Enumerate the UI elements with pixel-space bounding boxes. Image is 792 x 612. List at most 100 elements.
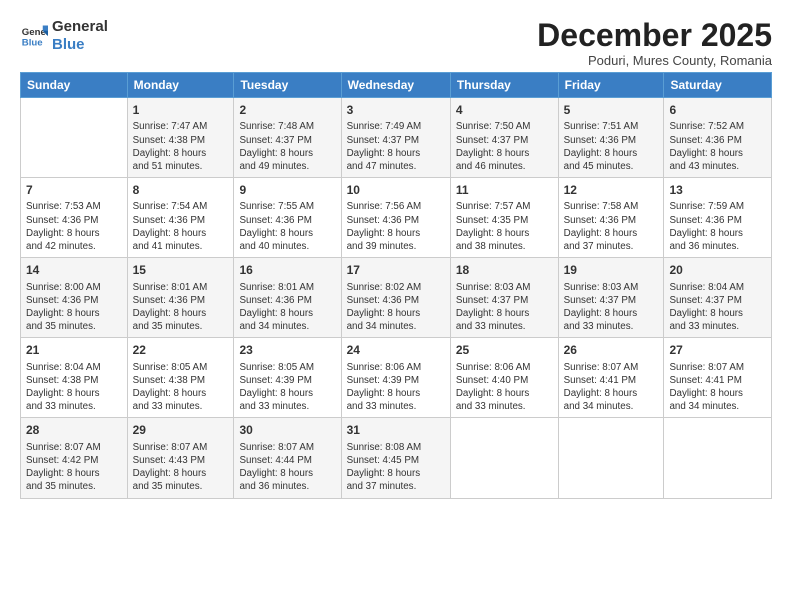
day-cell: 11 Sunrise: 7:57 AM Sunset: 4:35 PM Dayli… xyxy=(450,178,558,258)
day-cell: 15 Sunrise: 8:01 AM Sunset: 4:36 PM Dayli… xyxy=(127,258,234,338)
day-info: Sunrise: 8:01 AM Sunset: 4:36 PM Dayligh… xyxy=(133,281,229,334)
day-cell: 8Sunrise: 7:54 AM Sunset: 4:36 PM Daylig… xyxy=(127,178,234,258)
logo-text: General Blue xyxy=(52,18,108,53)
day-number: 14 xyxy=(26,262,122,278)
day-number: 8 xyxy=(133,182,229,198)
days-header-row: SundayMondayTuesdayWednesdayThursdayFrid… xyxy=(21,73,772,98)
logo: General Blue General Blue xyxy=(20,18,108,53)
day-number: 22 xyxy=(133,342,229,358)
day-cell: 28Sunrise: 8:07 AM Sunset: 4:42 PM Dayli… xyxy=(21,418,128,498)
day-info: Sunrise: 8:03 AM Sunset: 4:37 PM Dayligh… xyxy=(564,281,659,334)
day-number: 30 xyxy=(239,422,335,438)
day-header-tuesday: Tuesday xyxy=(234,73,341,98)
day-number: 26 xyxy=(564,342,659,358)
day-info: Sunrise: 8:07 AM Sunset: 4:42 PM Dayligh… xyxy=(26,441,122,494)
day-number: 12 xyxy=(564,182,659,198)
day-number: 10 xyxy=(347,182,445,198)
svg-text:Blue: Blue xyxy=(22,37,43,48)
day-number: 3 xyxy=(347,102,445,118)
day-info: Sunrise: 7:52 AM Sunset: 4:36 PM Dayligh… xyxy=(669,120,766,173)
day-header-thursday: Thursday xyxy=(450,73,558,98)
day-info: Sunrise: 7:49 AM Sunset: 4:37 PM Dayligh… xyxy=(347,120,445,173)
day-number: 20 xyxy=(669,262,766,278)
day-info: Sunrise: 7:51 AM Sunset: 4:36 PM Dayligh… xyxy=(564,120,659,173)
day-info: Sunrise: 8:07 AM Sunset: 4:44 PM Dayligh… xyxy=(239,441,335,494)
day-cell: 24Sunrise: 8:06 AM Sunset: 4:39 PM Dayli… xyxy=(341,338,450,418)
day-info: Sunrise: 8:04 AM Sunset: 4:37 PM Dayligh… xyxy=(669,281,766,334)
day-info: Sunrise: 7:59 AM Sunset: 4:36 PM Dayligh… xyxy=(669,200,766,253)
day-header-sunday: Sunday xyxy=(21,73,128,98)
day-number: 27 xyxy=(669,342,766,358)
day-cell: 2 Sunrise: 7:48 AM Sunset: 4:37 PM Daylig… xyxy=(234,98,341,178)
day-header-friday: Friday xyxy=(558,73,664,98)
day-cell: 21Sunrise: 8:04 AM Sunset: 4:38 PM Dayli… xyxy=(21,338,128,418)
day-info: Sunrise: 8:00 AM Sunset: 4:36 PM Dayligh… xyxy=(26,281,122,334)
day-info: Sunrise: 8:07 AM Sunset: 4:43 PM Dayligh… xyxy=(133,441,229,494)
day-cell: 14 Sunrise: 8:00 AM Sunset: 4:36 PM Dayli… xyxy=(21,258,128,338)
day-number: 16 xyxy=(239,262,335,278)
day-info: Sunrise: 7:55 AM Sunset: 4:36 PM Dayligh… xyxy=(239,200,335,253)
day-cell: 19 Sunrise: 8:03 AM Sunset: 4:37 PM Dayli… xyxy=(558,258,664,338)
day-cell: 10 Sunrise: 7:56 AM Sunset: 4:36 PM Dayli… xyxy=(341,178,450,258)
day-number: 31 xyxy=(347,422,445,438)
day-number: 2 xyxy=(239,102,335,118)
week-row-2: 7 Sunrise: 7:53 AM Sunset: 4:36 PM Daylig… xyxy=(21,178,772,258)
day-info: Sunrise: 7:53 AM Sunset: 4:36 PM Dayligh… xyxy=(26,200,122,253)
day-cell: 30 Sunrise: 8:07 AM Sunset: 4:44 PM Dayli… xyxy=(234,418,341,498)
day-info: Sunrise: 8:05 AM Sunset: 4:38 PM Dayligh… xyxy=(133,361,229,414)
day-cell: 31 Sunrise: 8:08 AM Sunset: 4:45 PM Dayli… xyxy=(341,418,450,498)
day-cell: 12Sunrise: 7:58 AM Sunset: 4:36 PM Dayli… xyxy=(558,178,664,258)
day-number: 11 xyxy=(456,182,553,198)
day-cell: 22 Sunrise: 8:05 AM Sunset: 4:38 PM Dayli… xyxy=(127,338,234,418)
day-info: Sunrise: 8:02 AM Sunset: 4:36 PM Dayligh… xyxy=(347,281,445,334)
day-info: Sunrise: 7:48 AM Sunset: 4:37 PM Dayligh… xyxy=(239,120,335,173)
day-number: 5 xyxy=(564,102,659,118)
day-number: 19 xyxy=(564,262,659,278)
day-cell: 25Sunrise: 8:06 AM Sunset: 4:40 PM Dayli… xyxy=(450,338,558,418)
logo-general: General xyxy=(52,18,108,35)
day-info: Sunrise: 7:57 AM Sunset: 4:35 PM Dayligh… xyxy=(456,200,553,253)
day-cell: 4Sunrise: 7:50 AM Sunset: 4:37 PM Daylig… xyxy=(450,98,558,178)
day-cell: 27 Sunrise: 8:07 AM Sunset: 4:41 PM Dayli… xyxy=(664,338,772,418)
day-info: Sunrise: 7:50 AM Sunset: 4:37 PM Dayligh… xyxy=(456,120,553,173)
day-info: Sunrise: 7:56 AM Sunset: 4:36 PM Dayligh… xyxy=(347,200,445,253)
day-cell: 17 Sunrise: 8:02 AM Sunset: 4:36 PM Dayli… xyxy=(341,258,450,338)
title-block: December 2025 Poduri, Mures County, Roma… xyxy=(537,18,772,68)
header: General Blue General Blue December 2025 … xyxy=(20,18,772,68)
day-info: Sunrise: 8:07 AM Sunset: 4:41 PM Dayligh… xyxy=(669,361,766,414)
page-container: General Blue General Blue December 2025 … xyxy=(0,0,792,509)
day-info: Sunrise: 8:05 AM Sunset: 4:39 PM Dayligh… xyxy=(239,361,335,414)
day-cell: 16Sunrise: 8:01 AM Sunset: 4:36 PM Dayli… xyxy=(234,258,341,338)
day-cell: 26 Sunrise: 8:07 AM Sunset: 4:41 PM Dayli… xyxy=(558,338,664,418)
day-number: 24 xyxy=(347,342,445,358)
day-number: 9 xyxy=(239,182,335,198)
day-info: Sunrise: 7:47 AM Sunset: 4:38 PM Dayligh… xyxy=(133,120,229,173)
day-cell xyxy=(664,418,772,498)
day-info: Sunrise: 8:07 AM Sunset: 4:41 PM Dayligh… xyxy=(564,361,659,414)
day-cell: 7 Sunrise: 7:53 AM Sunset: 4:36 PM Daylig… xyxy=(21,178,128,258)
day-number: 7 xyxy=(26,182,122,198)
day-header-saturday: Saturday xyxy=(664,73,772,98)
day-cell: 5 Sunrise: 7:51 AM Sunset: 4:36 PM Daylig… xyxy=(558,98,664,178)
day-header-wednesday: Wednesday xyxy=(341,73,450,98)
day-number: 15 xyxy=(133,262,229,278)
logo-blue: Blue xyxy=(52,36,85,53)
day-number: 6 xyxy=(669,102,766,118)
day-number: 17 xyxy=(347,262,445,278)
day-cell: 18Sunrise: 8:03 AM Sunset: 4:37 PM Dayli… xyxy=(450,258,558,338)
day-number: 18 xyxy=(456,262,553,278)
day-cell: 29Sunrise: 8:07 AM Sunset: 4:43 PM Dayli… xyxy=(127,418,234,498)
week-row-1: 1 Sunrise: 7:47 AM Sunset: 4:38 PM Daylig… xyxy=(21,98,772,178)
calendar-table: SundayMondayTuesdayWednesdayThursdayFrid… xyxy=(20,72,772,498)
day-cell: 6 Sunrise: 7:52 AM Sunset: 4:36 PM Daylig… xyxy=(664,98,772,178)
day-cell: 9 Sunrise: 7:55 AM Sunset: 4:36 PM Daylig… xyxy=(234,178,341,258)
day-number: 23 xyxy=(239,342,335,358)
day-cell xyxy=(450,418,558,498)
day-cell xyxy=(558,418,664,498)
month-title: December 2025 xyxy=(537,18,772,53)
day-info: Sunrise: 8:08 AM Sunset: 4:45 PM Dayligh… xyxy=(347,441,445,494)
day-cell: 3 Sunrise: 7:49 AM Sunset: 4:37 PM Daylig… xyxy=(341,98,450,178)
day-number: 1 xyxy=(133,102,229,118)
day-number: 25 xyxy=(456,342,553,358)
day-number: 21 xyxy=(26,342,122,358)
